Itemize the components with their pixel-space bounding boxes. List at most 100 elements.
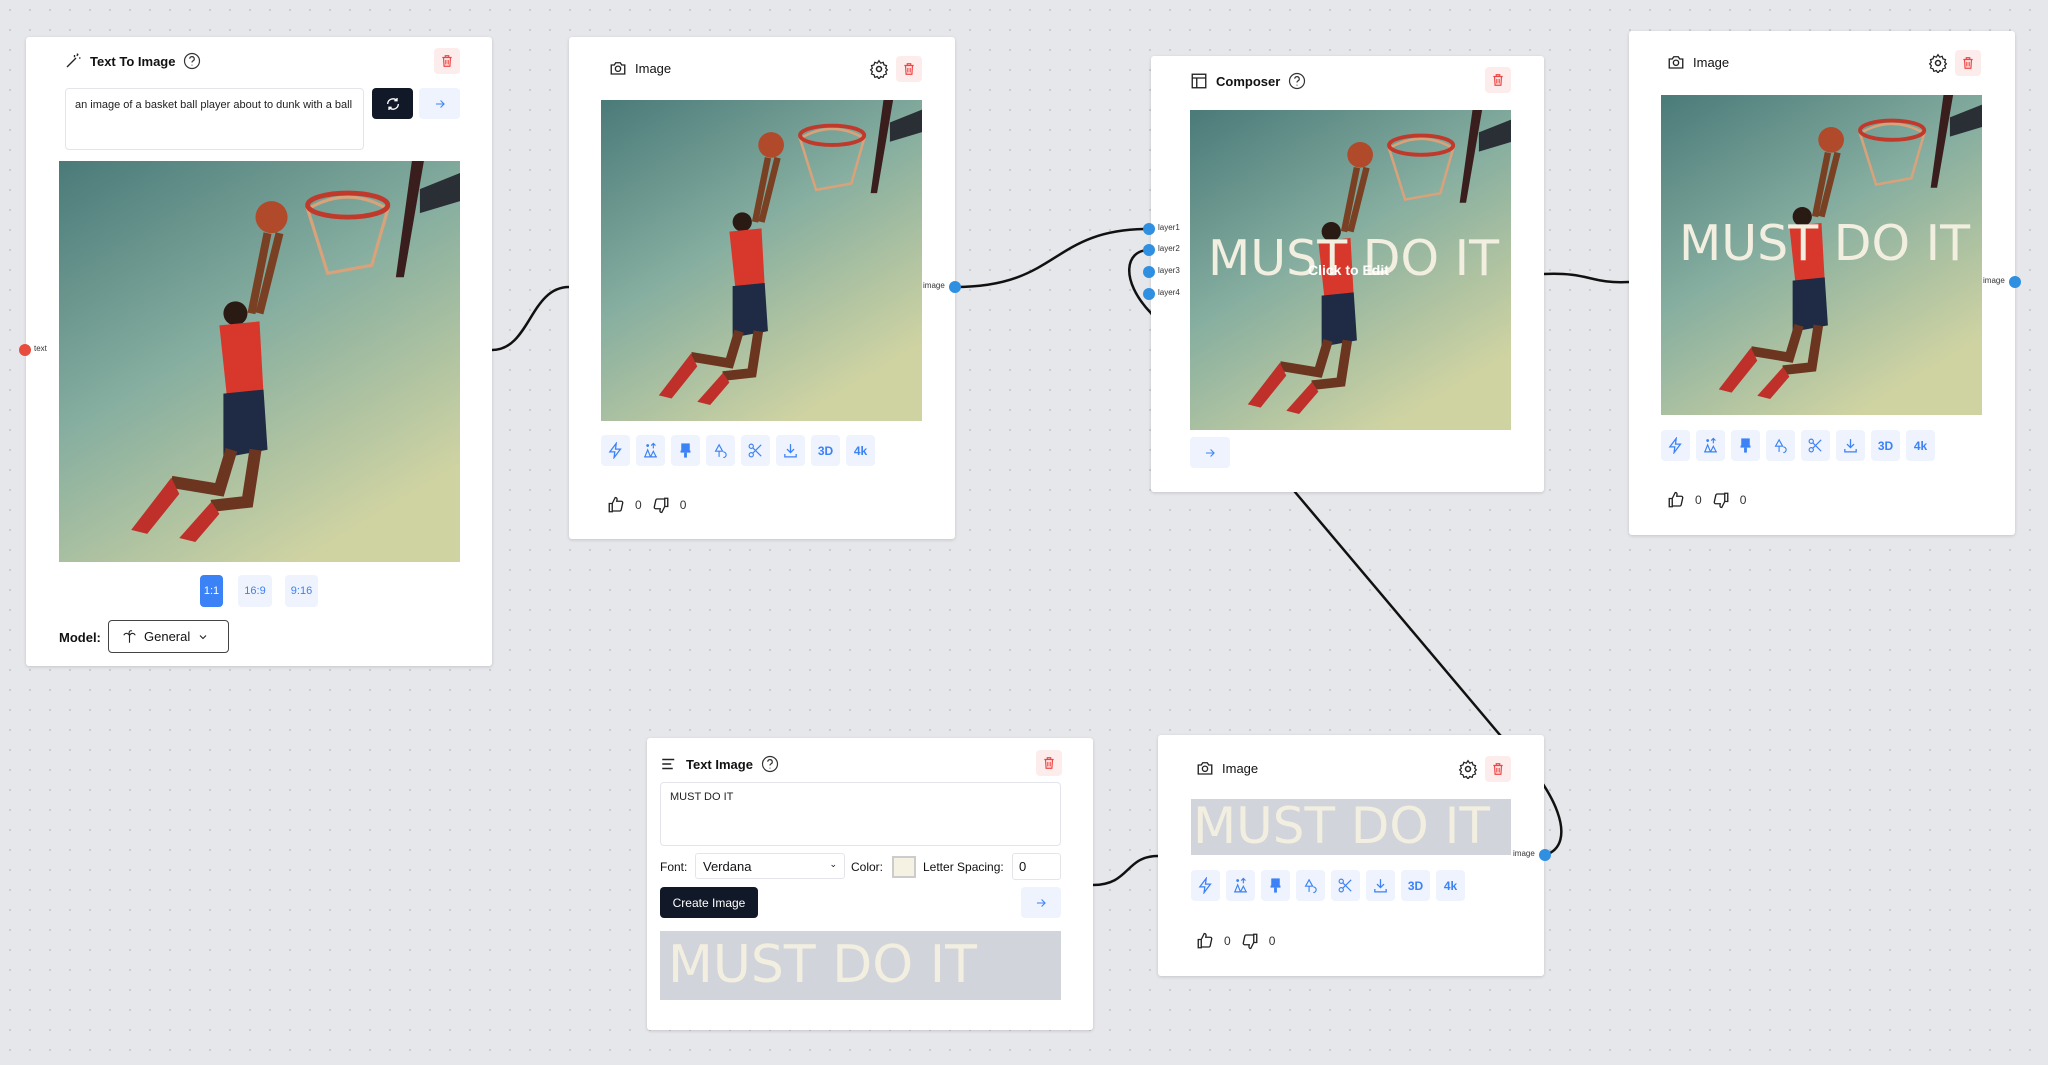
download-button[interactable]	[1836, 430, 1865, 461]
delete-button[interactable]	[1485, 756, 1511, 782]
4k-button[interactable]: 4k	[1906, 430, 1935, 461]
thumbs-up-icon[interactable]	[607, 496, 625, 514]
aspect-1-1-button[interactable]: 1:1	[200, 575, 223, 607]
image-output-handle[interactable]	[949, 281, 961, 293]
image-preview[interactable]	[601, 100, 922, 421]
help-icon[interactable]	[183, 52, 201, 70]
bolt-icon	[1667, 437, 1684, 454]
regenerate-button[interactable]	[372, 88, 413, 119]
delete-button[interactable]	[896, 56, 922, 82]
node-title: Image	[635, 60, 672, 76]
thumbs-down-icon[interactable]	[652, 496, 670, 514]
create-image-button[interactable]: Create Image	[660, 887, 758, 918]
shapes-icon	[1772, 437, 1789, 454]
like-count: 0	[1224, 934, 1231, 948]
text-to-image-node[interactable]: Text To Image an image of a basket ball …	[26, 37, 492, 666]
layer2-handle[interactable]	[1143, 244, 1155, 256]
text-image-node[interactable]: Text Image MUST DO IT Font: Verdana ⌄ Col…	[647, 738, 1093, 1030]
cut-button[interactable]	[1801, 430, 1830, 461]
3d-button[interactable]: 3D	[1401, 870, 1430, 901]
settings-icon[interactable]	[1928, 53, 1948, 73]
bolt-icon	[607, 442, 624, 459]
layer1-handle[interactable]	[1143, 223, 1155, 235]
enhance-button[interactable]	[1191, 870, 1220, 901]
font-select[interactable]: Verdana ⌄	[695, 853, 845, 879]
text-input-handle[interactable]	[19, 344, 31, 356]
download-button[interactable]	[776, 435, 805, 466]
submit-button[interactable]	[419, 88, 460, 119]
node-title: Image	[1693, 54, 1730, 70]
submit-button[interactable]	[1190, 437, 1230, 468]
shapes-button[interactable]	[1296, 870, 1325, 901]
like-count: 0	[635, 498, 642, 512]
upscale-button[interactable]	[1696, 430, 1725, 461]
generated-image[interactable]	[59, 161, 460, 562]
preview-text: MUST DO IT	[668, 935, 977, 995]
letter-spacing-label: Letter Spacing:	[923, 860, 1004, 874]
thumbs-up-icon[interactable]	[1196, 932, 1214, 950]
3d-button[interactable]: 3D	[1871, 430, 1900, 461]
brush-icon	[1267, 877, 1284, 894]
prompt-input[interactable]: an image of a basket ball player about t…	[65, 88, 364, 150]
refresh-icon	[386, 97, 399, 110]
text-lines-icon	[662, 758, 675, 770]
scissors-icon	[1337, 877, 1354, 894]
handle-label: text	[34, 344, 47, 353]
model-label: Model:	[59, 630, 101, 645]
download-icon	[1372, 877, 1389, 894]
brush-button[interactable]	[1261, 870, 1290, 901]
image-output-handle[interactable]	[1539, 849, 1551, 861]
brush-button[interactable]	[1731, 430, 1760, 461]
letter-spacing-input[interactable]: 0	[1012, 853, 1061, 880]
click-to-edit-label[interactable]: Click to Edit	[1308, 262, 1389, 278]
image-toolbar: 3D 4k	[1661, 430, 1935, 461]
composer-node[interactable]: Composer MUST DO IT Click to Edit	[1151, 56, 1544, 492]
image-node[interactable]: Image MUST DO IT 3D 4k 0 0	[1629, 31, 2015, 535]
thumbs-up-icon[interactable]	[1667, 491, 1685, 509]
upscale-button[interactable]	[636, 435, 665, 466]
download-button[interactable]	[1366, 870, 1395, 901]
submit-button[interactable]	[1021, 887, 1061, 918]
camera-icon	[609, 59, 627, 77]
settings-icon[interactable]	[869, 59, 889, 79]
thumbs-down-icon[interactable]	[1712, 491, 1730, 509]
layer3-handle[interactable]	[1143, 266, 1155, 278]
composer-canvas[interactable]: MUST DO IT Click to Edit	[1190, 110, 1511, 430]
brush-button[interactable]	[671, 435, 700, 466]
help-icon[interactable]	[1288, 72, 1306, 90]
aspect-9-16-button[interactable]: 9:16	[285, 575, 318, 607]
cut-button[interactable]	[1331, 870, 1360, 901]
text-input[interactable]: MUST DO IT	[660, 782, 1061, 846]
enhance-button[interactable]	[1661, 430, 1690, 461]
upscale-button[interactable]	[1226, 870, 1255, 901]
4k-button[interactable]: 4k	[846, 435, 875, 466]
image-output-handle[interactable]	[2009, 276, 2021, 288]
trash-icon	[1491, 762, 1505, 776]
enhance-button[interactable]	[601, 435, 630, 466]
upscale-people-icon	[1702, 437, 1719, 454]
shapes-button[interactable]	[1766, 430, 1795, 461]
shapes-button[interactable]	[706, 435, 735, 466]
cut-button[interactable]	[741, 435, 770, 466]
composer-overlay-text[interactable]: MUST DO IT	[1208, 230, 1499, 287]
delete-button[interactable]	[1036, 750, 1062, 776]
delete-button[interactable]	[434, 48, 460, 74]
thumbs-down-icon[interactable]	[1241, 932, 1259, 950]
aspect-16-9-button[interactable]: 16:9	[238, 575, 272, 607]
model-value: General	[144, 629, 191, 644]
image-node[interactable]: Image MUST DO IT 3D 4k 0 0	[1158, 735, 1544, 976]
image-preview[interactable]: MUST DO IT	[1661, 95, 1982, 415]
model-dropdown[interactable]: General	[108, 620, 229, 653]
image-node[interactable]: Image 3D 4k 0 0	[569, 37, 955, 539]
settings-icon[interactable]	[1458, 759, 1478, 779]
chevron-down-icon	[199, 634, 207, 639]
delete-button[interactable]	[1485, 67, 1511, 93]
layer4-handle[interactable]	[1143, 288, 1155, 300]
3d-button[interactable]: 3D	[811, 435, 840, 466]
upscale-people-icon	[1232, 877, 1249, 894]
delete-button[interactable]	[1955, 50, 1981, 76]
image-preview[interactable]: MUST DO IT	[1191, 799, 1511, 855]
4k-button[interactable]: 4k	[1436, 870, 1465, 901]
color-swatch[interactable]	[892, 856, 916, 878]
help-icon[interactable]	[761, 755, 779, 773]
